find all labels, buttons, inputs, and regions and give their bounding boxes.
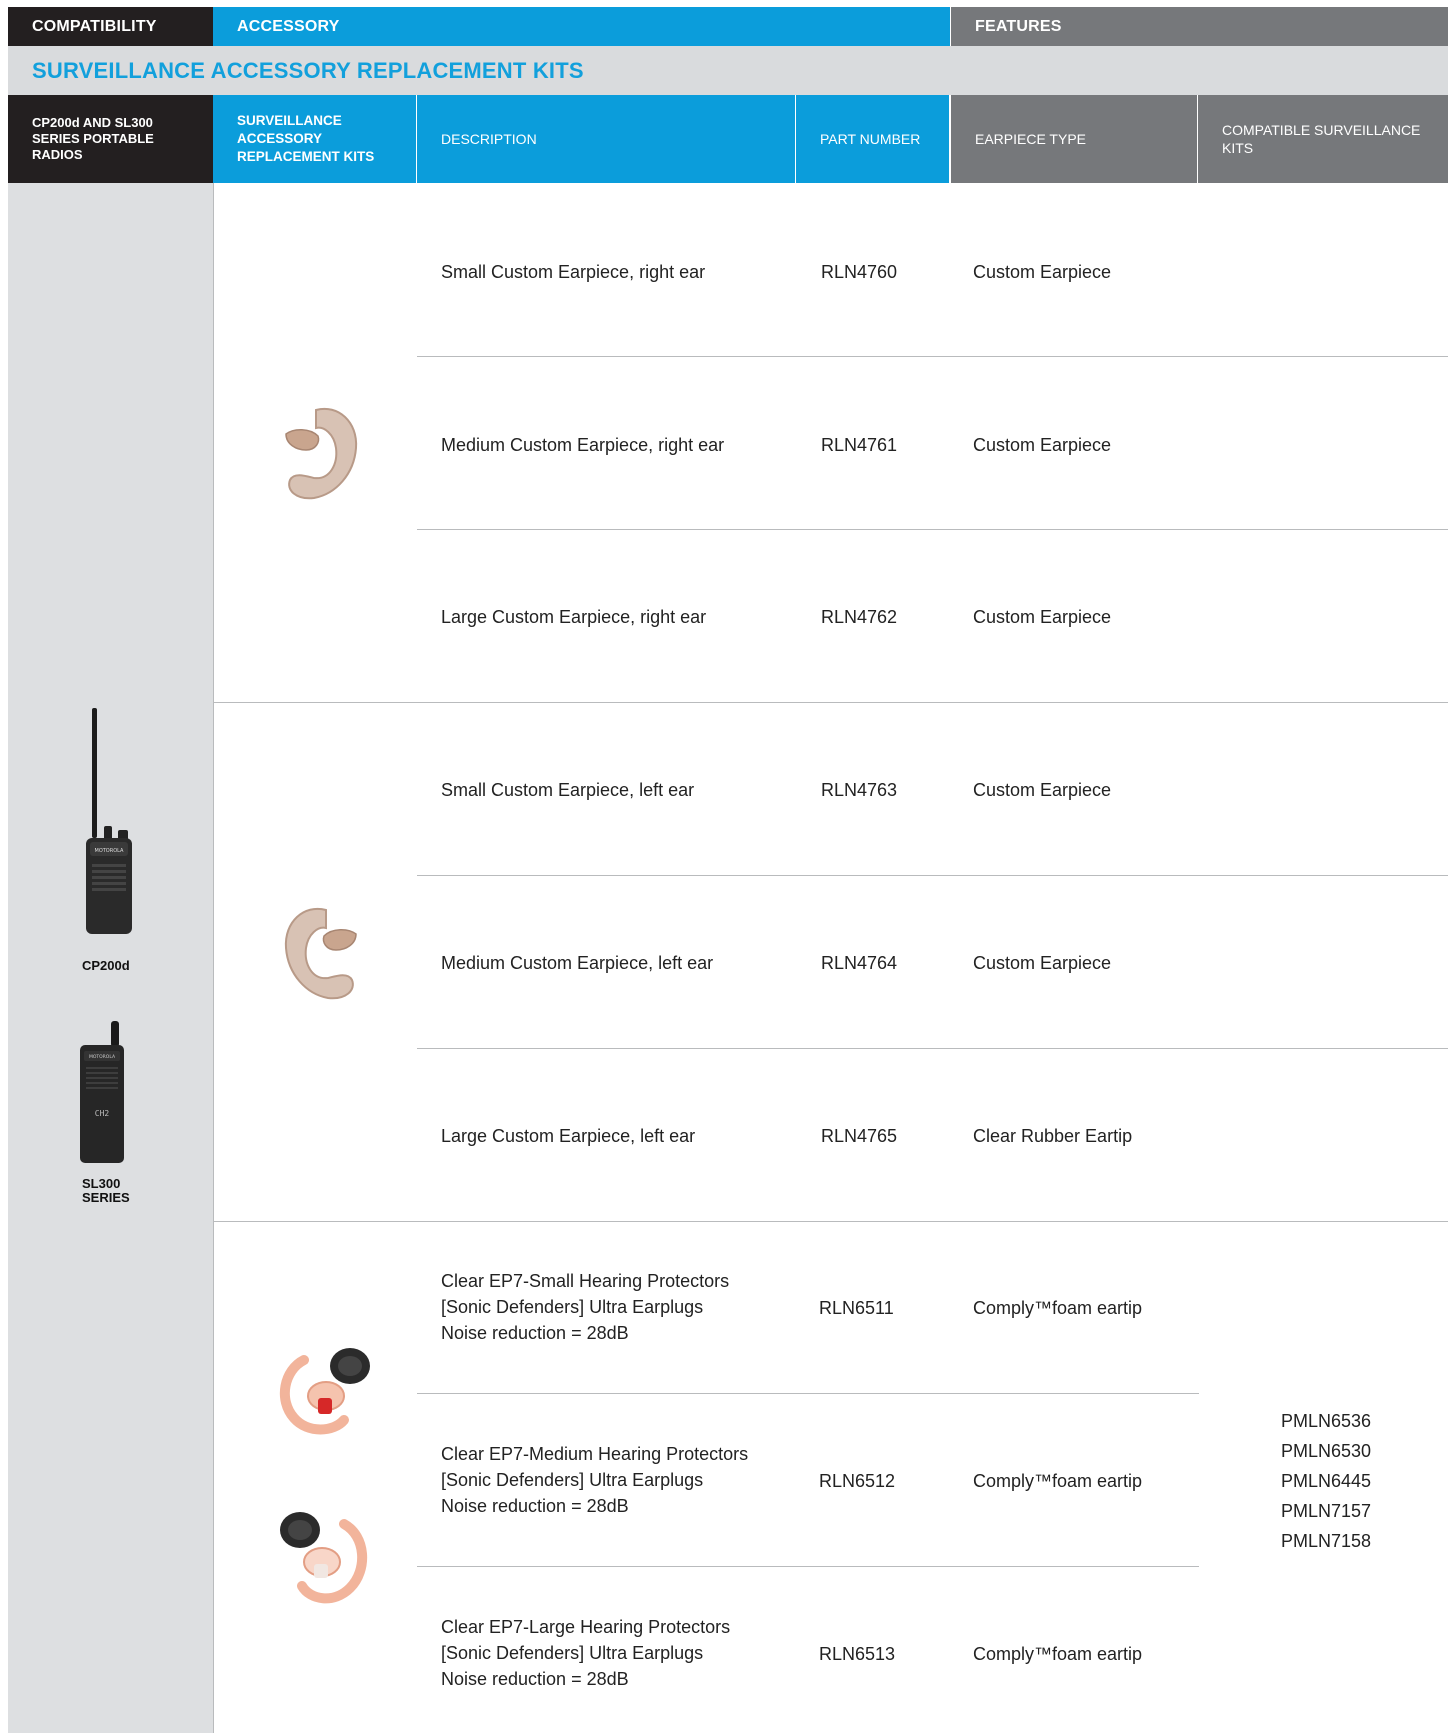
row-8-description-line: [Sonic Defenders] Ultra Earplugs [441, 1643, 704, 1663]
row-divider [417, 1566, 1199, 1567]
row-1-part-number: RLN4761 [821, 435, 898, 455]
row-4-earpiece-type: Custom Earpiece [973, 953, 1112, 973]
header-part-number: PART NUMBER [796, 95, 949, 183]
header-radios: CP200d AND SL300 SERIES PORTABLE RADIOS [8, 95, 213, 183]
row-8-description-line: Noise reduction = 28dB [441, 1669, 629, 1689]
sl300-radio-image: MOTOROLA CH2 [76, 1021, 128, 1165]
row-6-description-line: Clear EP7-Small Hearing Protectors [441, 1271, 730, 1291]
group-divider [214, 1221, 1448, 1222]
band-divider [950, 7, 951, 46]
left-earpiece-image [276, 902, 366, 1002]
row-3-earpiece-type: Custom Earpiece [973, 780, 1112, 800]
compatible-kits-list: PMLN6536 PMLN6530 PMLN6445 PMLN7157 PMLN… [1281, 1406, 1371, 1556]
row-6-description-line: Noise reduction = 28dB [441, 1323, 629, 1343]
row-6-part-number: RLN6511 [819, 1298, 894, 1318]
compatible-kit: PMLN6530 [1281, 1441, 1372, 1461]
row-2-part-number: RLN4762 [821, 607, 898, 627]
row-7-description-line: Noise reduction = 28dB [441, 1496, 629, 1516]
right-earpiece-image [276, 402, 366, 502]
header-description: DESCRIPTION [417, 95, 795, 183]
row-0-part-number: RLN4760 [821, 262, 898, 282]
svg-text:MOTOROLA: MOTOROLA [95, 848, 125, 854]
row-divider [417, 1048, 1448, 1049]
row-5-part-number: RLN4765 [821, 1126, 898, 1146]
cp200d-radio-image: MOTOROLA [82, 708, 136, 936]
row-7-description-line: Clear EP7-Medium Hearing Protectors [441, 1444, 749, 1464]
section-title: SURVEILLANCE ACCESSORY REPLACEMENT KITS [8, 46, 1448, 95]
row-2-description: Large Custom Earpiece, right ear [441, 607, 707, 627]
compatible-kit: PMLN7158 [1281, 1531, 1372, 1551]
row-divider [417, 1393, 1199, 1394]
row-8-description-line: Clear EP7-Large Hearing Protectors [441, 1617, 731, 1637]
row-6-description-line: [Sonic Defenders] Ultra Earplugs [441, 1297, 704, 1317]
row-8-part-number: RLN6513 [819, 1644, 896, 1664]
row-2-earpiece-type: Custom Earpiece [973, 607, 1112, 627]
row-4-description: Medium Custom Earpiece, left ear [441, 953, 714, 973]
row-7-earpiece-type: Comply™foam eartip [973, 1471, 1143, 1491]
row-7-part-number: RLN6512 [819, 1471, 896, 1491]
compatible-kit: PMLN7157 [1281, 1501, 1372, 1521]
cp200d-label: CP200d [82, 958, 130, 973]
hearing-protector-image-1 [274, 1340, 374, 1440]
svg-text:MOTOROLA: MOTOROLA [89, 1054, 116, 1060]
row-6-description: Clear EP7-Small Hearing Protectors [Soni… [441, 1268, 729, 1346]
row-6-earpiece-type: Comply™foam eartip [973, 1298, 1143, 1318]
row-divider [417, 356, 1448, 357]
sl300-label-line2: SERIES [82, 1190, 130, 1205]
left-divider [213, 183, 214, 1733]
row-0-description: Small Custom Earpiece, right ear [441, 262, 706, 282]
row-8-earpiece-type: Comply™foam eartip [973, 1644, 1143, 1664]
features-band: FEATURES [951, 7, 1448, 46]
row-8-description: Clear EP7-Large Hearing Protectors [Soni… [441, 1614, 730, 1692]
header-compatible-kits: COMPATIBLE SURVEILLANCE KITS [1198, 95, 1448, 183]
hearing-protector-image-2 [274, 1500, 374, 1610]
row-1-earpiece-type: Custom Earpiece [973, 435, 1112, 455]
row-divider [417, 529, 1448, 530]
row-0-earpiece-type: Custom Earpiece [973, 262, 1112, 282]
compatibility-band: COMPATIBILITY [8, 7, 213, 46]
compatible-kit: PMLN6536 [1281, 1411, 1372, 1431]
row-5-earpiece-type: Clear Rubber Eartip [973, 1126, 1133, 1146]
compatible-kit: PMLN6445 [1281, 1471, 1372, 1491]
accessory-band: ACCESSORY [213, 7, 950, 46]
row-4-part-number: RLN4764 [821, 953, 898, 973]
row-7-description-line: [Sonic Defenders] Ultra Earplugs [441, 1470, 704, 1490]
row-divider [417, 875, 1448, 876]
header-kits: SURVEILLANCE ACCESSORY REPLACEMENT KITS [213, 95, 416, 183]
row-7-description: Clear EP7-Medium Hearing Protectors [Son… [441, 1441, 748, 1519]
row-5-description: Large Custom Earpiece, left ear [441, 1126, 696, 1146]
row-1-description: Medium Custom Earpiece, right ear [441, 435, 725, 455]
row-3-part-number: RLN4763 [821, 780, 898, 800]
row-3-description: Small Custom Earpiece, left ear [441, 780, 695, 800]
sl300-label-line1: SL300 [82, 1176, 121, 1191]
group-divider [214, 702, 1448, 703]
svg-text:CH2: CH2 [95, 1109, 110, 1118]
header-earpiece-type: EARPIECE TYPE [951, 95, 1197, 183]
